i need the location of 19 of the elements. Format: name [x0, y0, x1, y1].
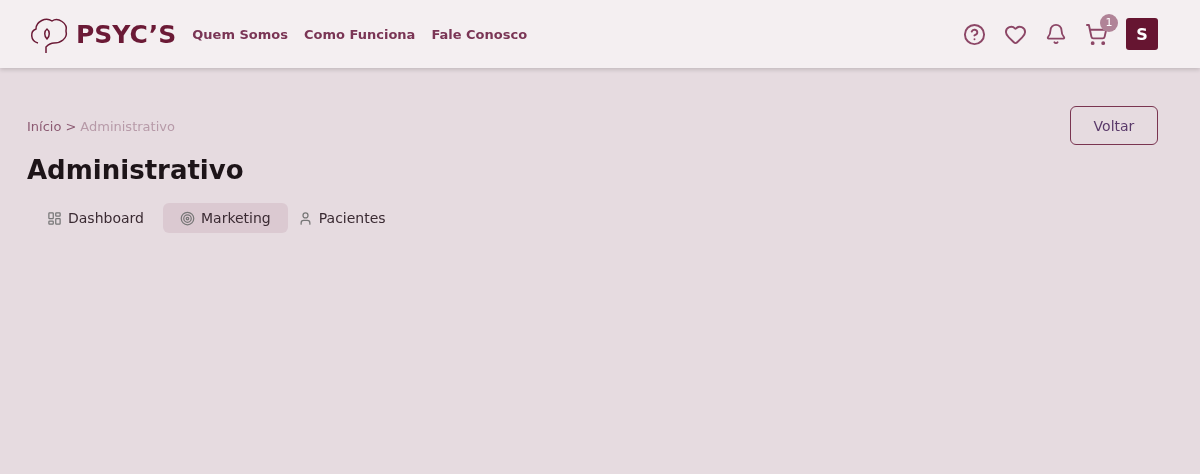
- user-icon: [297, 210, 313, 226]
- breadcrumb-link[interactable]: Início: [27, 119, 62, 134]
- page-title: Administrativo: [27, 155, 245, 185]
- target-icon: [179, 210, 195, 226]
- cart-icon[interactable]: [1085, 22, 1108, 46]
- tab[interactable]: Pacientes: [289, 203, 403, 233]
- nav-link[interactable]: Como Funciona: [304, 26, 416, 42]
- tab[interactable]: Dashboard: [39, 203, 161, 233]
- help-icon[interactable]: [963, 22, 986, 46]
- bell-icon[interactable]: [1045, 23, 1067, 45]
- nav-link[interactable]: Fale Conosco: [431, 26, 528, 42]
- user-avatar[interactable]: S: [1126, 18, 1158, 50]
- logo-text: PSYC’S: [76, 19, 177, 49]
- tab[interactable]: Marketing: [162, 203, 288, 233]
- breadcrumb-separator: >: [65, 119, 77, 134]
- back-button[interactable]: Voltar: [1070, 106, 1158, 145]
- nav-link[interactable]: Quem Somos: [192, 26, 289, 42]
- grid-icon: [47, 210, 62, 226]
- cart-count: 1: [1100, 13, 1118, 32]
